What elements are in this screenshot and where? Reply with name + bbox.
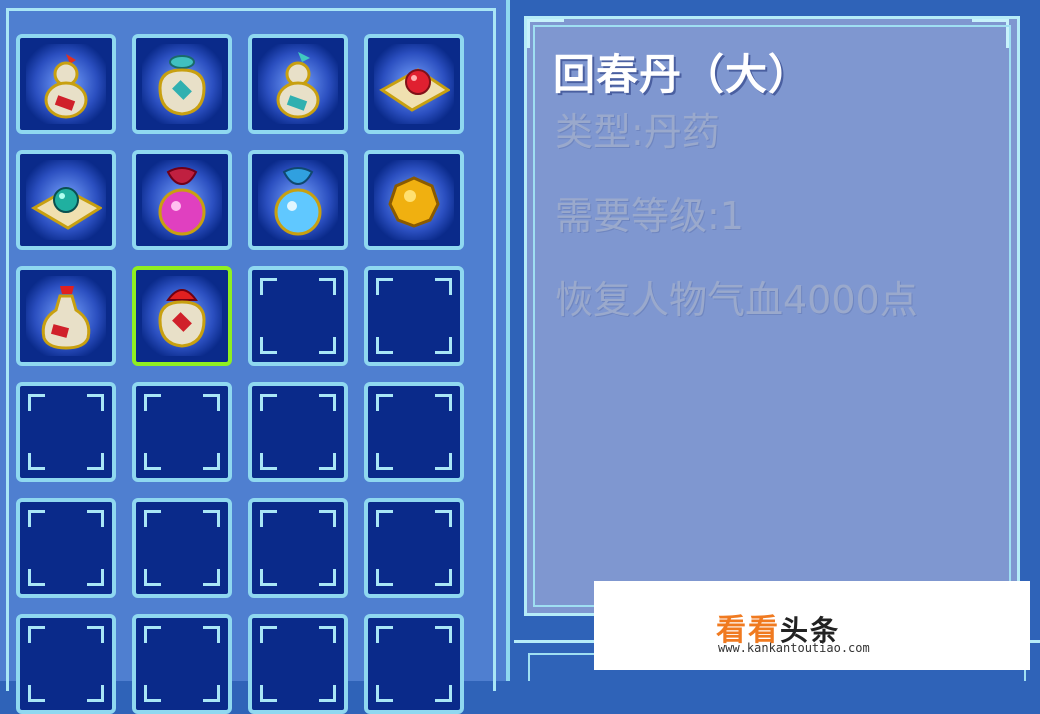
inventory-slot-empty[interactable] <box>364 266 464 366</box>
inventory-slot-filled[interactable] <box>16 34 116 134</box>
inventory-slot-filled[interactable] <box>16 150 116 250</box>
inventory-slot-empty[interactable] <box>248 266 348 366</box>
item-type: 类型:丹药 <box>555 110 720 154</box>
inventory-panel <box>0 0 510 714</box>
golden-pill-icon <box>388 176 440 228</box>
item-description: 恢复人物气血4000点 <box>555 278 918 322</box>
item-required-level: 需要等级:1 <box>555 194 744 238</box>
jar-teal-icon <box>158 55 206 116</box>
red-pill-on-cloth-icon <box>379 68 450 112</box>
inventory-slot-filled[interactable] <box>248 34 348 134</box>
inventory-slot-filled[interactable] <box>132 34 232 134</box>
inventory-slot-filled[interactable] <box>364 150 464 250</box>
inventory-slot-filled[interactable] <box>248 150 348 250</box>
inventory-slot-empty[interactable] <box>364 498 464 598</box>
item-detail-panel: 回春丹（大） 类型:丹药 需要等级:1 恢复人物气血4000点 <box>514 0 1040 681</box>
inventory-slot-empty[interactable] <box>248 382 348 482</box>
watermark: 看看头条 www.kankantoutiao.com <box>594 581 1030 670</box>
inventory-slot-filled[interactable] <box>132 266 232 366</box>
inventory-slot-empty[interactable] <box>16 382 116 482</box>
inventory-slot-empty[interactable] <box>248 498 348 598</box>
frame-corner-ornament <box>972 19 1009 48</box>
inventory-slot-empty[interactable] <box>364 382 464 482</box>
gourd-red-icon <box>44 54 88 119</box>
inventory-slot-filled[interactable] <box>364 34 464 134</box>
red-bottle-icon <box>41 286 91 350</box>
inventory-slot-filled[interactable] <box>132 150 232 250</box>
watermark-url: www.kankantoutiao.com <box>718 641 870 655</box>
red-jar-icon <box>158 289 206 348</box>
inventory-slot-empty[interactable] <box>132 382 232 482</box>
inventory-slot-filled[interactable] <box>16 266 116 366</box>
frame-corner-ornament <box>527 19 564 48</box>
inventory-slot-empty[interactable] <box>16 614 116 714</box>
item-name: 回春丹（大） <box>553 50 812 99</box>
blue-flask-icon <box>274 167 322 236</box>
item-detail-box: 回春丹（大） 类型:丹药 需要等级:1 恢复人物气血4000点 <box>524 16 1020 616</box>
inventory-slot-empty[interactable] <box>132 498 232 598</box>
teal-pill-on-cloth-icon <box>30 187 102 230</box>
gourd-teal-icon <box>276 52 320 119</box>
purple-flask-icon <box>158 167 206 236</box>
inventory-slot-empty[interactable] <box>364 614 464 714</box>
inventory-slot-empty[interactable] <box>16 498 116 598</box>
inventory-slot-empty[interactable] <box>132 614 232 714</box>
inventory-slot-empty[interactable] <box>248 614 348 714</box>
